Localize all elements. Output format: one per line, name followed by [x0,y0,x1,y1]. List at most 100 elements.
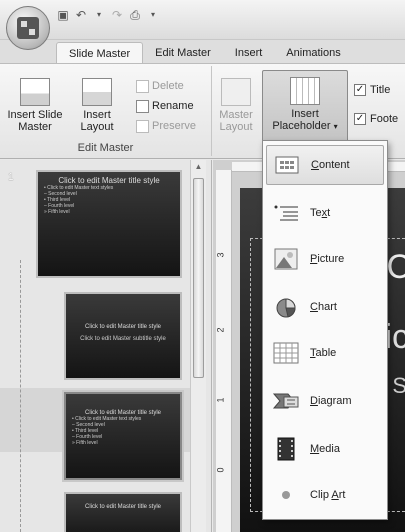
tab-animations[interactable]: Animations [274,42,352,64]
menu-item-content[interactable]: Content [266,145,384,185]
thumbnail-title: Click to edit Master title style [84,410,162,416]
menu-item-diagram-label: Diagram [310,395,352,407]
media-icon [272,437,300,461]
footers-checkbox-row[interactable]: ✓ Foote [354,113,398,125]
master-layout-icon [221,78,251,106]
chevron-down-icon: ▾ [333,122,338,131]
title-checkbox-row[interactable]: ✓ Title [354,84,390,96]
access-key: A [331,489,339,501]
preserve-icon [136,119,149,133]
preserve-button[interactable]: Preserve [136,118,196,134]
slide-title-text: C [386,248,405,286]
thumbnail-title: Click to edit Master title style [58,176,160,185]
insert-placeholder-label-1: Insert [291,108,319,120]
content-icon [273,153,301,177]
redo-icon[interactable]: ↷ [110,8,124,22]
menu-item-media[interactable]: Media [266,429,384,469]
delete-button[interactable]: Delete [136,78,184,94]
dropdown-icon[interactable]: ▾ [92,8,106,22]
menu-item-chart-label: Chart [310,301,337,313]
menu-item-chart[interactable]: Chart [266,287,384,327]
thumbnail-bullet: » Fifth level [72,440,98,446]
office-button[interactable] [6,6,50,50]
save-icon[interactable]: ▣ [56,8,70,22]
ruler-mark: 3 [215,252,226,258]
delete-label: Delete [152,80,184,92]
menu-item-text[interactable]: Text [266,193,384,233]
insert-placeholder-menu: Content Text Picture Chart Table Diagram [262,140,388,520]
tab-insert[interactable]: Insert [223,42,275,64]
rename-icon [136,99,149,113]
preserve-label: Preserve [152,120,197,132]
ruler-mark: 2 [215,327,226,333]
master-layout-label-1: Master [219,109,253,121]
menu-item-media-label: Media [310,443,340,455]
label-rest: t [327,207,331,219]
rename-button[interactable]: Rename [136,98,194,114]
master-layout-button[interactable]: Master Layout [215,78,257,133]
label-pre: Clip [310,489,332,501]
menu-item-picture-label: Picture [310,253,344,265]
diagram-icon [272,389,300,413]
insert-placeholder-label-2-row: Placeholder ▾ [263,120,347,133]
label-rest: rt [338,489,346,501]
ribbon-tabs: Slide Master Edit Master Insert Animatio… [56,40,353,64]
office-logo-icon [17,17,39,39]
menu-item-diagram[interactable]: Diagram [266,381,384,421]
delete-icon [136,79,149,93]
label-rest: able [315,347,337,359]
content-layout-thumbnail[interactable]: Click to edit Master title style • Click… [64,392,182,480]
thumbnail-subtitle: Click to edit Master subtitle style [80,336,166,342]
vertical-ruler: 3 2 1 0 [216,170,232,532]
label-rest: icture [317,253,345,265]
layout-connector-line [20,260,21,532]
footers-checkbox-label: Foote [370,113,399,125]
menu-item-content-label: Content [311,159,350,171]
access-key: C [311,159,319,171]
menu-item-picture[interactable]: Picture [266,239,384,279]
title-checkbox-label: Title [370,84,391,96]
insert-placeholder-button[interactable]: Insert Placeholder ▾ [262,70,348,142]
menu-item-clip-art[interactable]: Clip Art [266,475,384,515]
insert-placeholder-label-2: Placeholder [272,120,331,132]
scrollbar-thumb[interactable] [193,178,204,378]
insert-slide-master-label-2: Master [18,121,52,133]
insert-slide-master-icon [20,78,50,106]
scroll-up-icon[interactable]: ▲ [193,162,204,173]
slide-master-thumbnail[interactable]: Click to edit Master title style • Click… [36,170,182,278]
menu-item-table[interactable]: Table [266,333,384,373]
ruler-mark: 1 [215,397,226,403]
title-layout-thumbnail[interactable]: Click to edit Master title style Click t… [64,292,182,380]
menu-item-table-label: Table [310,347,336,359]
tab-edit-master[interactable]: Edit Master [143,42,223,64]
quick-access-toolbar: ▣ ↶ ▾ ↷ ⎙ ▾ [56,8,160,22]
layout-4-thumbnail[interactable]: Click to edit Master title style [64,492,182,532]
menu-item-text-label: Text [310,207,330,219]
text-icon [272,201,300,225]
insert-slide-master-label-1: Insert Slide [7,109,63,121]
footers-checkbox[interactable]: ✓ [354,113,366,125]
insert-layout-label-1: Insert [83,109,111,121]
tab-slide-master[interactable]: Slide Master [56,42,144,64]
label-rest: hart [317,301,337,313]
thumbnail-title: Click to edit Master title style [84,324,162,330]
print-icon[interactable]: ⎙ [128,8,142,22]
label-rest: ontent [318,159,350,171]
clip-art-icon [272,483,300,507]
undo-icon[interactable]: ↶ [74,8,88,22]
table-icon [272,341,300,365]
thumbnail-bullet: » Fifth level [44,209,70,215]
title-checkbox[interactable]: ✓ [354,84,366,96]
insert-placeholder-icon [290,77,320,105]
master-layout-label-2: Layout [219,121,253,133]
thumbnail-title: Click to edit Master title style [84,504,162,510]
insert-layout-button[interactable]: Insert Layout [72,78,122,133]
customize-qat-icon[interactable]: ▾ [146,8,160,22]
thumbnails-scrollbar[interactable]: ▲ [190,160,206,532]
edit-master-group-label: Edit Master [77,142,134,154]
insert-slide-master-button[interactable]: Insert Slide Master [2,78,68,133]
insert-layout-label-2: Layout [80,121,114,133]
edit-master-group: Insert Slide Master Insert Layout Delete… [0,66,212,156]
label-rest: edia [319,443,340,455]
insert-layout-icon [82,78,112,106]
